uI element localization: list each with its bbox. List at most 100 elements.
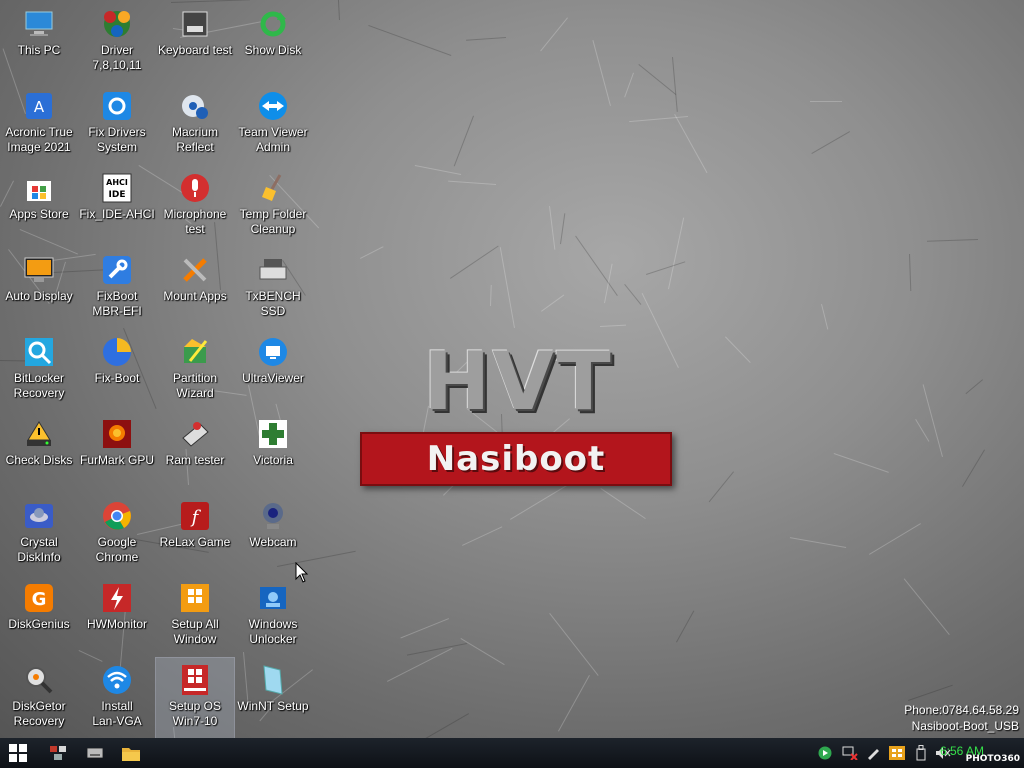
desktop-icon[interactable]: Windows Unlocker (234, 576, 312, 656)
fix-drivers-icon (101, 90, 133, 122)
windows-logo-icon (9, 744, 27, 762)
ram-icon (179, 418, 211, 450)
macrium-icon (179, 90, 211, 122)
desktop-icon-label: Team Viewer Admin (238, 125, 308, 154)
desktop-icon-label: Partition Wizard (172, 371, 218, 400)
computer-icon (23, 8, 55, 40)
desktop-icon[interactable]: FixBoot MBR-EFI (78, 248, 156, 328)
driver-pack-icon (101, 8, 133, 40)
tray-app[interactable] (887, 738, 907, 768)
desktop-icon[interactable]: Setup All Window (156, 576, 234, 656)
desktop-icon[interactable]: f ReLax Game (156, 494, 234, 574)
desktop-icon-label: Auto Display (5, 289, 73, 303)
store-icon (23, 172, 55, 204)
tray-network[interactable] (840, 738, 860, 768)
desktop-icon[interactable]: Auto Display (0, 248, 78, 328)
desktop-icon-label: BitLocker Recovery (13, 371, 65, 400)
network-computers-icon (50, 746, 66, 760)
desktop[interactable]: This PC Driver 7,8,10,11 Keyboard test Show… (0, 0, 1024, 738)
desktop-icon[interactable]: HWMonitor (78, 576, 156, 656)
desktop-icon[interactable]: A Acronic True Image 2021 (0, 84, 78, 164)
folder-icon (122, 747, 140, 761)
desktop-icon-label: Apps Store (9, 207, 69, 221)
tray-usb[interactable] (912, 738, 930, 768)
desktop-icon[interactable]: G DiskGenius (0, 576, 78, 656)
desktop-icon[interactable]: BitLocker Recovery (0, 330, 78, 410)
taskbar-network-app[interactable] (44, 738, 72, 768)
desktop-icon-label: Setup OS Win7-10 (168, 699, 222, 728)
desktop-icon[interactable]: Check Disks (0, 412, 78, 492)
desktop-icon[interactable]: UltraViewer (234, 330, 312, 410)
desktop-icon[interactable]: Macrium Reflect (156, 84, 234, 164)
desktop-icon[interactable]: Victoria (234, 412, 312, 492)
desktop-icon[interactable]: This PC (0, 2, 78, 82)
desktop-icon-label: Driver 7,8,10,11 (92, 43, 142, 72)
usb-drive-icon (916, 745, 926, 761)
desktop-icon[interactable]: FurMark GPU (78, 412, 156, 492)
display-icon (23, 254, 55, 286)
desktop-icon[interactable]: Keyboard test (156, 2, 234, 82)
desktop-icon-label: Setup All Window (171, 617, 219, 646)
desktop-icon[interactable]: Driver 7,8,10,11 (78, 2, 156, 82)
windows81-box-icon (179, 664, 211, 696)
desktop-icon[interactable]: Fix-Boot (78, 330, 156, 410)
desktop-icon[interactable]: Mount Apps (156, 248, 234, 328)
desktop-icon[interactable]: DiskGetor Recovery (0, 658, 78, 738)
desktop-icon-label: Show Disk (244, 43, 302, 57)
windows10-box-icon (179, 582, 211, 614)
ssd-icon (257, 254, 289, 286)
desktop-icon-label: Keyboard test (157, 43, 233, 57)
desktop-icon[interactable]: TxBENCH SSD (234, 248, 312, 328)
desktop-icon[interactable]: Apps Store (0, 166, 78, 246)
pen-icon (868, 749, 879, 760)
desktop-icon[interactable]: Install Lan-VGA (78, 658, 156, 738)
desktop-icon[interactable]: Team Viewer Admin (234, 84, 312, 164)
watermark-brand: PHOTO360 (965, 754, 1020, 764)
desktop-icon-label: WinNT Setup (237, 699, 309, 713)
tray-pen[interactable] (864, 738, 882, 768)
tray-play[interactable] (816, 738, 834, 768)
start-button[interactable] (4, 738, 32, 768)
ahci-icon: AHCI IDE (101, 172, 133, 204)
taskbar-file-explorer[interactable] (118, 738, 144, 768)
desktop-icon-label: Macrium Reflect (171, 125, 218, 154)
desktop-icon-label: ReLax Game (159, 535, 231, 549)
desktop-icon[interactable]: Ram tester (156, 412, 234, 492)
boot-name-text: Nasiboot-Boot_USB (911, 719, 1019, 733)
svg-text:AHCI: AHCI (106, 178, 128, 187)
taskbar-keyboard[interactable] (82, 738, 108, 768)
logo-nasiboot-text: Nasiboot (426, 439, 606, 479)
desktop-icon[interactable]: AHCI IDE Fix_IDE-AHCI (78, 166, 156, 246)
keyboard-test-icon (179, 8, 211, 40)
desktop-icon[interactable]: Microphone test (156, 166, 234, 246)
desktop-icon[interactable]: Crystal DiskInfo (0, 494, 78, 574)
desktop-icon-label: Victoria (253, 453, 293, 467)
desktop-icon-label: Google Chrome (95, 535, 139, 564)
desktop-icon-label: UltraViewer (242, 371, 304, 385)
desktop-info: Phone:0784.64.58.29 Nasiboot-Boot_USB (904, 702, 1019, 734)
chrome-icon (101, 500, 133, 532)
furmark-icon (101, 418, 133, 450)
desktop-icon-label: Crystal DiskInfo (17, 535, 61, 564)
pie-icon (101, 336, 133, 368)
acronis-icon: A (23, 90, 55, 122)
cross-icon (257, 418, 289, 450)
desktop-icon[interactable]: Fix Drivers System (78, 84, 156, 164)
broom-icon (257, 172, 289, 204)
svg-text:A: A (34, 98, 45, 116)
desktop-icon[interactable]: Google Chrome (78, 494, 156, 574)
desktop-icon-label: Temp Folder Cleanup (239, 207, 307, 236)
diskgetor-icon (23, 664, 55, 696)
desktop-icon[interactable]: WinNT Setup (234, 658, 312, 738)
desktop-icon-label: Microphone test (163, 207, 227, 236)
desktop-icon[interactable]: Show Disk (234, 2, 312, 82)
desktop-icon-label: Acronic True Image 2021 (5, 125, 73, 154)
desktop-icon[interactable]: Setup OS Win7-10 (155, 657, 235, 738)
desktop-icon-label: Fix-Boot (94, 371, 140, 385)
desktop-icon[interactable]: Temp Folder Cleanup (234, 166, 312, 246)
refresh-icon (257, 8, 289, 40)
desktop-icon[interactable]: Partition Wizard (156, 330, 234, 410)
phone-text: Phone:0784.64.58.29 (904, 703, 1019, 717)
desktop-icon-label: Mount Apps (163, 289, 227, 303)
logo-band: Nasiboot (360, 432, 672, 486)
